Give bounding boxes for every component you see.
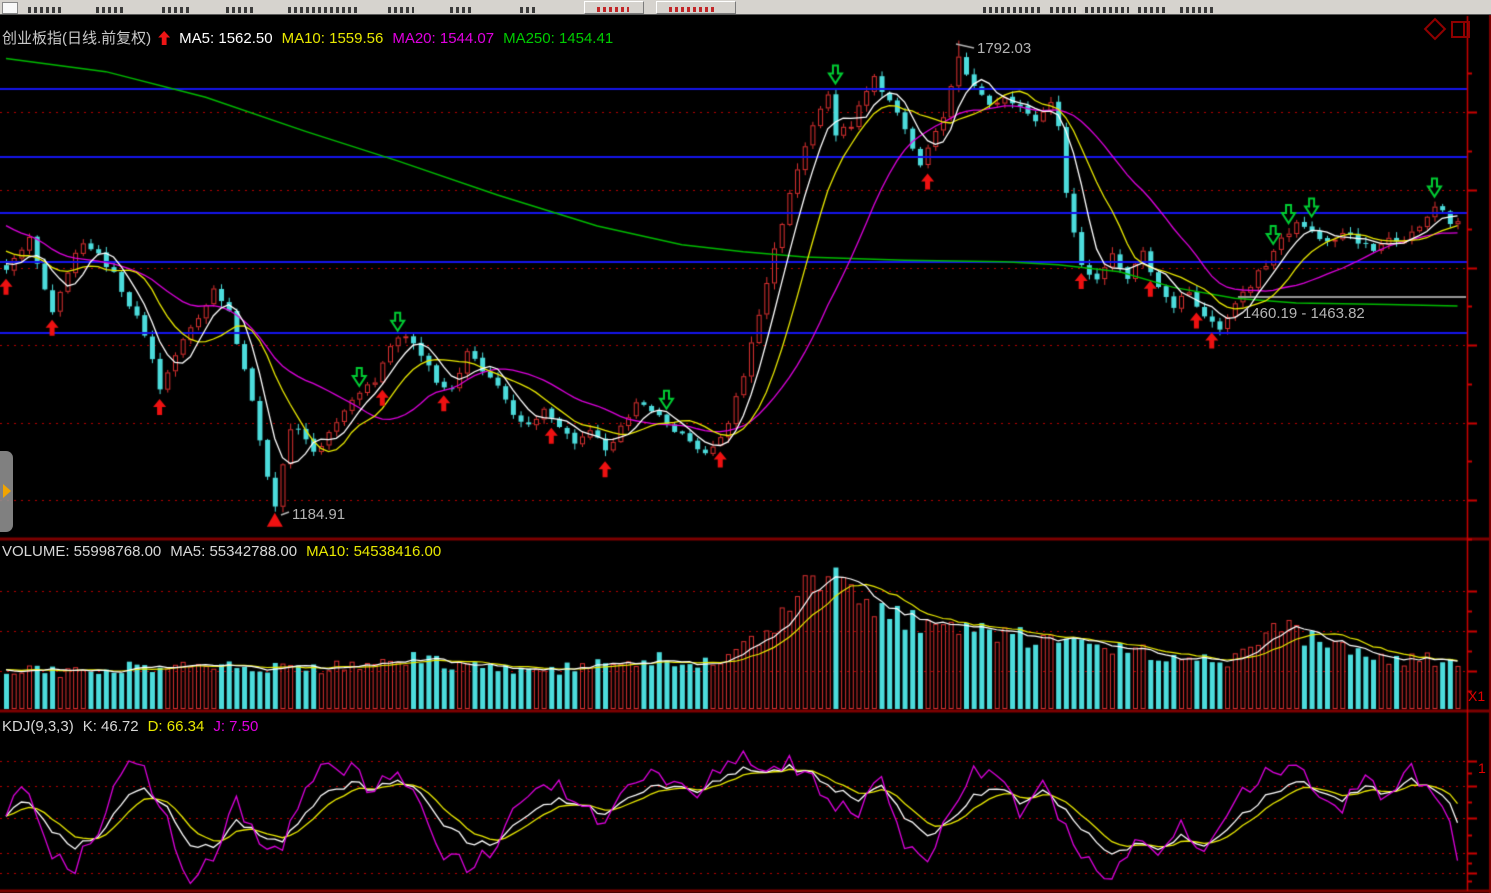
readout: D: 66.34 [148, 718, 205, 735]
volume-scale-label: X1 [1468, 688, 1485, 704]
high-price-annotation: 1792.03 [977, 40, 1031, 57]
toolbar-clipped-text [1138, 7, 1166, 13]
toolbar-clipped-menu[interactable] [450, 7, 474, 13]
toolbar-clipped-text [983, 7, 1041, 13]
volume-readouts: VOLUME: 55998768.00 MA5: 55342788.00 MA10:… [2, 543, 450, 560]
readout: MA5: 1562.50 [179, 30, 272, 47]
readout: MA10: 1559.56 [282, 30, 384, 47]
toolbar-red-button-label [669, 7, 715, 12]
toolbar-clipped-menu[interactable] [162, 7, 192, 13]
readout: KDJ(9,3,3) [2, 718, 74, 735]
toolbar-clipped-menu[interactable] [388, 7, 414, 13]
toolbar-clipped-menu[interactable] [288, 7, 360, 13]
trading-terminal-window: { "toolbar": { "clipped": true }, "main_… [0, 0, 1491, 893]
toolbar [0, 0, 1491, 15]
readout: MA5: 55342788.00 [170, 543, 297, 560]
readout: MA20: 1544.07 [392, 30, 494, 47]
toolbar-clipped-text [1180, 7, 1216, 13]
ma-readouts: MA5: 1562.50 MA10: 1559.56 MA20: 1544.07 MA… [179, 30, 622, 47]
kdj-scale-label: 1 [1478, 760, 1486, 776]
toolbar-red-button-label [597, 7, 629, 12]
toolbar-red-button-2[interactable] [656, 1, 736, 14]
toolbar-clipped-menu[interactable] [520, 7, 536, 13]
toolbar-clipped-menu[interactable] [226, 7, 256, 13]
left-panel-handle[interactable] [0, 451, 13, 532]
toolbar-app-icon[interactable] [2, 2, 18, 14]
window-restore-icon[interactable] [1451, 21, 1470, 38]
readout: K: 46.72 [83, 718, 139, 735]
range-annotation: 1460.19 - 1463.82 [1243, 305, 1365, 322]
toolbar-clipped-menu[interactable] [96, 7, 126, 13]
price-chart-canvas[interactable] [0, 0, 1491, 893]
readout: VOLUME: 55998768.00 [2, 543, 161, 560]
main-pane-readout-row: 创业板指(日线.前复权) MA5: 1562.50 MA10: 1559.56 MA2… [2, 27, 631, 48]
low-price-annotation: 1184.91 [292, 506, 345, 523]
up-arrow-icon [158, 31, 170, 45]
readout: MA10: 54538416.00 [306, 543, 441, 560]
volume-pane-readout-row: VOLUME: 55998768.00 MA5: 55342788.00 MA10:… [2, 543, 459, 560]
readout: MA250: 1454.41 [503, 30, 613, 47]
readout: J: 7.50 [213, 718, 258, 735]
toolbar-clipped-menu[interactable] [28, 7, 62, 13]
toolbar-clipped-text [1050, 7, 1076, 13]
symbol-title: 创业板指(日线.前复权) [2, 30, 151, 47]
toolbar-red-button-1[interactable] [584, 1, 644, 14]
expand-right-icon [3, 484, 11, 498]
toolbar-clipped-text [1085, 7, 1129, 13]
kdj-readouts: KDJ(9,3,3) K: 46.72 D: 66.34 J: 7.50 [2, 718, 267, 735]
kdj-pane-readout-row: KDJ(9,3,3) K: 46.72 D: 66.34 J: 7.50 [2, 718, 276, 735]
